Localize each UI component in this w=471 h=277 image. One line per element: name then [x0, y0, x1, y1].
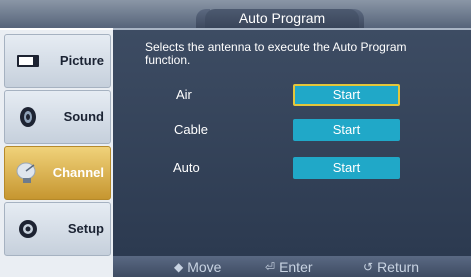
auto-start-button[interactable]: Start — [293, 157, 400, 179]
sidebar-item-label: Setup — [67, 221, 104, 236]
return-hint: ↺ Return — [363, 259, 419, 275]
sidebar-footer — [0, 261, 113, 277]
sidebar-item-picture[interactable]: Picture — [4, 34, 111, 88]
cable-label: Cable — [174, 122, 208, 137]
sidebar-item-label: Picture — [59, 53, 104, 68]
sidebar-item-setup[interactable]: Setup — [4, 202, 111, 256]
enter-icon: ⏎ — [265, 260, 276, 274]
air-label: Air — [176, 87, 192, 102]
return-hint-label: Return — [377, 259, 420, 275]
description-text: Selects the antenna to execute the Auto … — [145, 40, 407, 67]
speaker-icon — [20, 107, 36, 127]
satellite-dish-icon — [16, 162, 36, 183]
air-start-button[interactable]: Start — [293, 84, 400, 106]
sidebar-item-label: Sound — [63, 109, 104, 124]
picture-icon — [17, 55, 39, 67]
return-icon: ↺ — [363, 260, 374, 274]
page-title: Auto Program — [205, 9, 359, 28]
move-hint-label: Move — [187, 259, 222, 275]
sidebar-item-sound[interactable]: Sound — [4, 90, 111, 144]
auto-program-panel: Selects the antenna to execute the Auto … — [113, 30, 471, 256]
up-down-arrows-icon: ◆ — [174, 260, 184, 274]
enter-hint-label: Enter — [279, 259, 313, 275]
auto-label: Auto — [173, 160, 200, 175]
sidebar-item-channel[interactable]: Channel — [4, 146, 111, 200]
footer-hint-bar: ◆ Move ⏎ Enter ↺ Return — [113, 256, 471, 277]
enter-hint: ⏎ Enter — [265, 259, 313, 275]
tv-menu-screen: Auto Program Picture Sound Channel Setup… — [0, 0, 471, 277]
sidebar: Picture Sound Channel Setup — [0, 30, 113, 261]
gear-icon — [19, 220, 37, 238]
sidebar-item-label: Channel — [52, 165, 104, 180]
move-hint: ◆ Move — [174, 259, 221, 275]
cable-start-button[interactable]: Start — [293, 119, 400, 141]
